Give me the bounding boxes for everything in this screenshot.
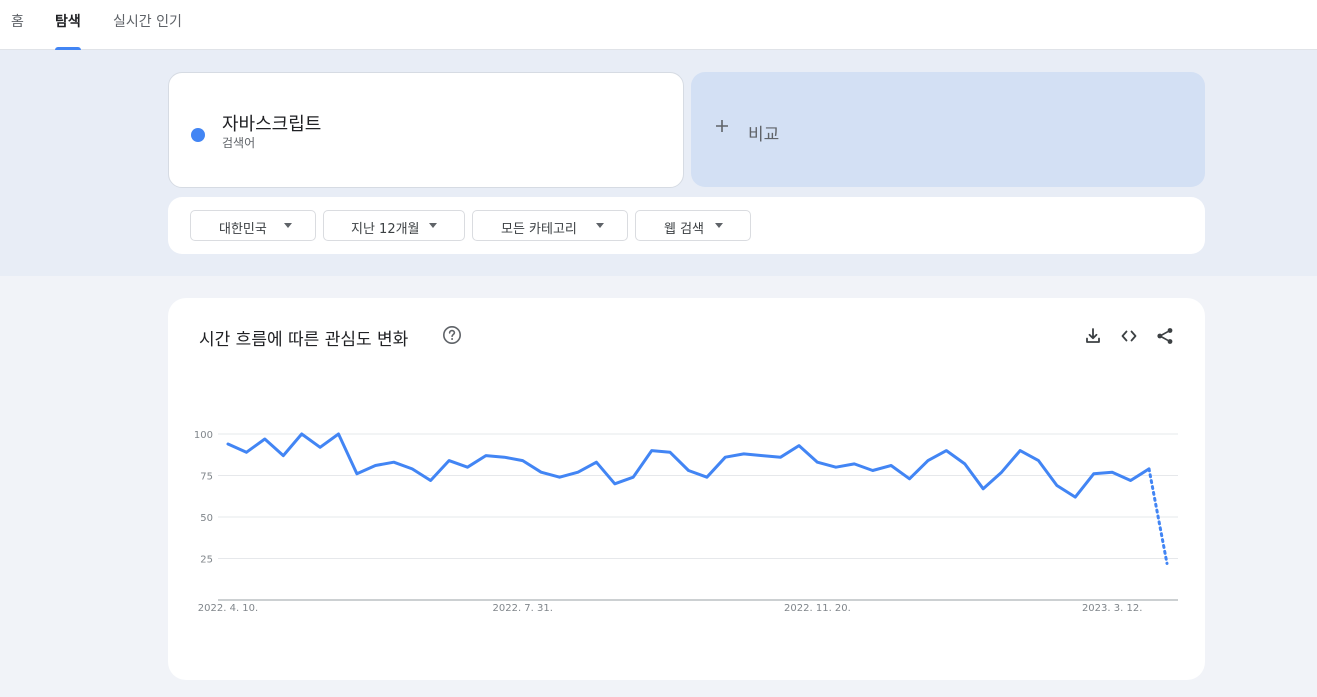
series-line <box>226 432 1151 499</box>
x-tick-label: 2022. 11. 20. <box>784 603 851 614</box>
partial-data-segment <box>1147 467 1169 565</box>
interest-line-chart: 100 75 50 25 2022. 4. 10. 2022. 7. 31. 2022. 1… <box>194 430 1178 614</box>
x-tick-label: 2022. 4. 10. <box>198 603 258 614</box>
y-tick-label: 25 <box>200 555 213 566</box>
y-tick-label: 100 <box>194 430 213 441</box>
x-tick-label: 2023. 3. 12. <box>1082 603 1142 614</box>
y-tick-label: 75 <box>200 472 213 483</box>
y-tick-label: 50 <box>200 513 213 524</box>
x-tick-label: 2022. 7. 31. <box>493 603 553 614</box>
